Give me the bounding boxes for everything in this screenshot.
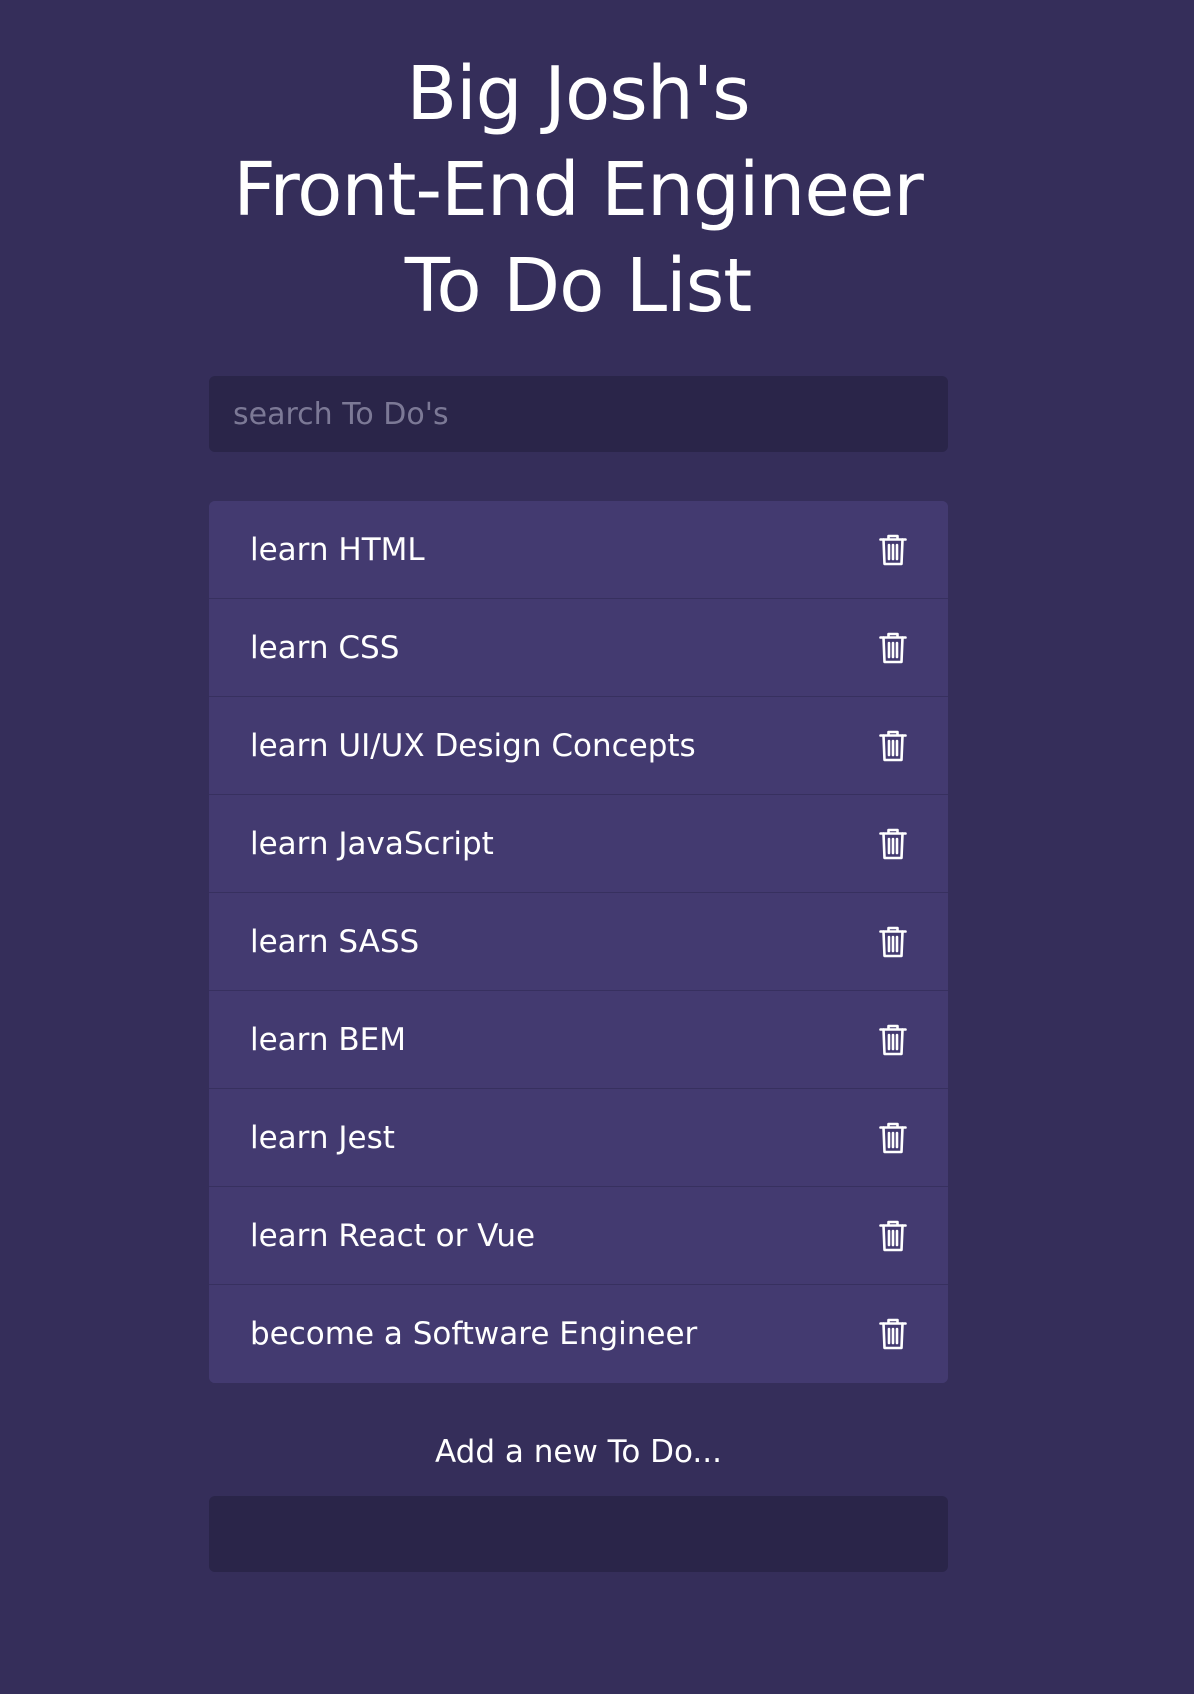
todo-item: learn UI/UX Design Concepts [209, 697, 948, 795]
todo-item-label: learn UI/UX Design Concepts [250, 727, 696, 764]
trash-icon[interactable] [878, 632, 908, 664]
add-todo-input[interactable] [209, 1496, 948, 1572]
todo-item: learn BEM [209, 991, 948, 1089]
trash-icon[interactable] [878, 828, 908, 860]
todo-item-label: learn CSS [250, 629, 400, 666]
title-line-2: Front-End Engineer [233, 147, 924, 233]
todo-item: learn SASS [209, 893, 948, 991]
todo-item: learn React or Vue [209, 1187, 948, 1285]
todo-item: learn CSS [209, 599, 948, 697]
todo-item-label: learn SASS [250, 923, 420, 960]
todo-item: learn HTML [209, 501, 948, 599]
search-input[interactable] [209, 376, 948, 452]
todo-item-label: learn Jest [250, 1119, 395, 1156]
todo-list: learn HTML learn CSS learn UI/UX Design … [209, 501, 948, 1383]
todo-item: learn JavaScript [209, 795, 948, 893]
trash-icon[interactable] [878, 1122, 908, 1154]
todo-item-label: learn JavaScript [250, 825, 494, 862]
todo-item: become a Software Engineer [209, 1285, 948, 1383]
todo-app-page: Big Josh's Front-End Engineer To Do List… [0, 0, 1194, 1694]
trash-icon[interactable] [878, 1318, 908, 1350]
trash-icon[interactable] [878, 730, 908, 762]
title-line-3: To Do List [404, 243, 753, 329]
todo-item-label: become a Software Engineer [250, 1316, 698, 1352]
todo-item-label: learn BEM [250, 1021, 406, 1058]
trash-icon[interactable] [878, 1024, 908, 1056]
page-title: Big Josh's Front-End Engineer To Do List [0, 46, 1156, 334]
add-todo-label: Add a new To Do... [435, 1434, 722, 1470]
trash-icon[interactable] [878, 534, 908, 566]
title-line-1: Big Josh's [406, 51, 750, 137]
trash-icon[interactable] [878, 1220, 908, 1252]
trash-icon[interactable] [878, 926, 908, 958]
todo-item-label: learn React or Vue [250, 1217, 536, 1254]
todo-item: learn Jest [209, 1089, 948, 1187]
todo-item-label: learn HTML [250, 531, 425, 568]
